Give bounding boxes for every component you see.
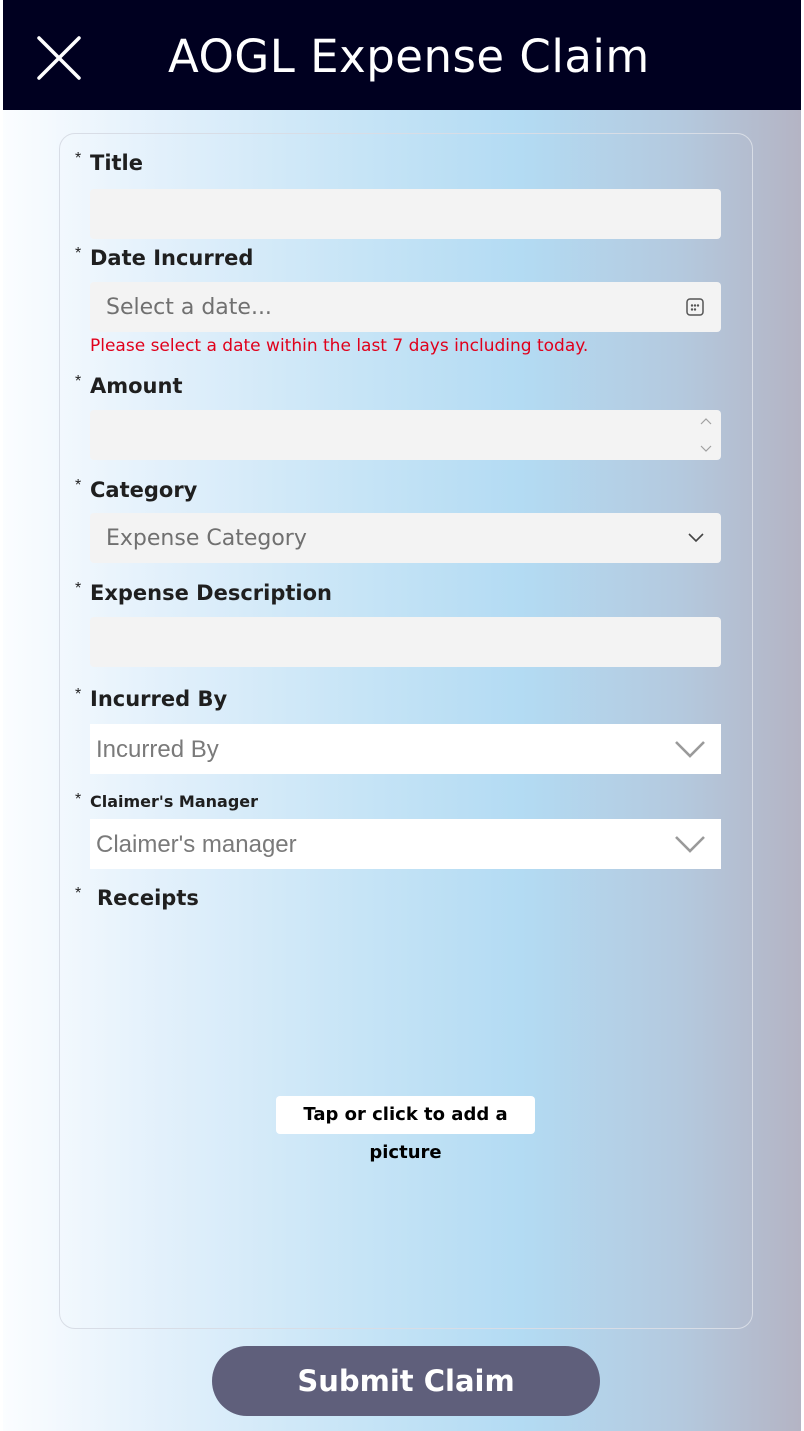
claimers-manager-placeholder: Claimer's manager [96, 831, 297, 858]
required-marker: * [75, 477, 82, 494]
required-marker: * [75, 885, 82, 902]
submit-claim-button[interactable]: Submit Claim [212, 1346, 600, 1416]
page-title: AOGL Expense Claim [168, 30, 650, 83]
receipts-label: Receipts [97, 886, 199, 910]
required-marker: * [75, 245, 82, 262]
chevron-down-icon [675, 741, 705, 758]
required-marker: * [75, 791, 82, 808]
title-input[interactable] [90, 189, 721, 239]
required-marker: * [75, 580, 82, 597]
category-label: Category [90, 478, 198, 502]
amount-input[interactable] [90, 410, 721, 460]
category-dropdown[interactable]: Expense Category [90, 513, 721, 563]
claimers-manager-label: Claimer's Manager [90, 792, 259, 811]
required-marker: * [75, 373, 82, 390]
date-error-message: Please select a date within the last 7 d… [90, 336, 589, 356]
required-marker: * [75, 150, 82, 167]
add-picture-button[interactable]: Tap or click to add a picture [276, 1096, 535, 1163]
date-incurred-picker[interactable]: Select a date... [90, 282, 721, 332]
spin-up-icon[interactable] [699, 416, 713, 426]
date-incurred-label: Date Incurred [90, 246, 254, 270]
incurred-by-placeholder: Incurred By [96, 736, 219, 763]
incurred-by-dropdown[interactable]: Incurred By [90, 724, 721, 774]
required-marker: * [75, 686, 82, 703]
chevron-down-icon [675, 836, 705, 853]
amount-label: Amount [90, 374, 183, 398]
spin-down-icon[interactable] [699, 444, 713, 454]
title-label: Title [90, 151, 144, 175]
claimers-manager-dropdown[interactable]: Claimer's manager [90, 819, 721, 869]
expense-description-label: Expense Description [90, 581, 332, 605]
date-placeholder: Select a date... [106, 295, 272, 320]
calendar-icon [686, 298, 704, 316]
expense-description-input[interactable] [90, 617, 721, 667]
close-button[interactable] [33, 32, 85, 84]
close-icon [37, 36, 81, 80]
category-placeholder: Expense Category [106, 526, 307, 551]
expense-claim-app: AOGL Expense Claim * Title * Date Incurr… [3, 0, 801, 1431]
app-header: AOGL Expense Claim [3, 0, 801, 110]
incurred-by-label: Incurred By [90, 687, 228, 711]
chevron-down-icon [688, 533, 704, 543]
